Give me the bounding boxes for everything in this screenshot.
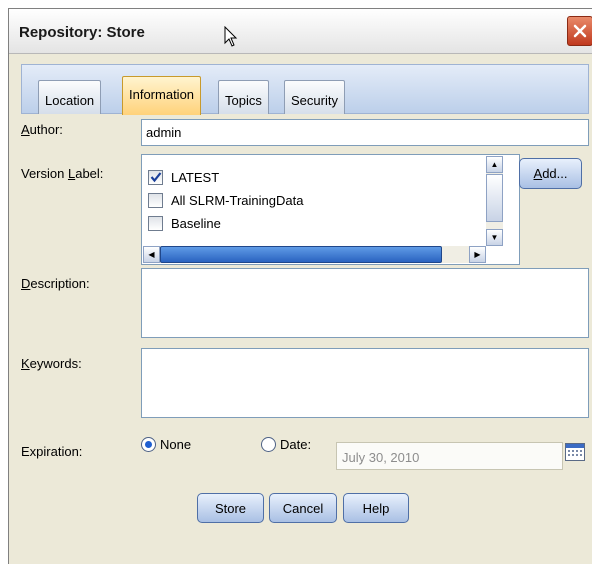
tab-topics[interactable]: Topics <box>218 80 269 114</box>
list-item[interactable]: LATEST <box>148 167 219 187</box>
description-textarea[interactable] <box>141 268 589 338</box>
tab-security[interactable]: Security <box>284 80 345 114</box>
version-label-label: Version Label: <box>21 166 104 181</box>
keywords-label: Keywords: <box>21 356 82 371</box>
scroll-thumb[interactable] <box>486 174 503 222</box>
tab-location[interactable]: Location <box>38 80 102 114</box>
mouse-cursor-icon <box>224 26 238 47</box>
author-label: Author: <box>21 122 63 137</box>
close-icon <box>573 24 587 38</box>
title-bar: Repository: Store <box>9 9 592 54</box>
help-button[interactable]: Help <box>343 493 409 523</box>
arrow-left-icon: ◀ <box>148 250 155 259</box>
date-input[interactable]: July 30, 2010 <box>336 442 563 470</box>
radio-selected-dot <box>145 441 152 448</box>
calendar-icon[interactable] <box>565 443 585 461</box>
tab-information[interactable]: Information <box>122 76 202 115</box>
vertical-scrollbar[interactable]: ▲ ▼ <box>486 156 503 246</box>
radio-none[interactable] <box>141 437 156 452</box>
radio-date[interactable] <box>261 437 276 452</box>
list-item[interactable]: All SLRM-TrainingData <box>148 190 303 210</box>
arrow-up-icon: ▲ <box>490 160 499 169</box>
arrow-down-icon: ▼ <box>490 233 499 242</box>
window-title: Repository: Store <box>19 24 145 41</box>
horizontal-scroll-thumb[interactable] <box>160 246 442 263</box>
author-input[interactable]: admin <box>141 119 589 146</box>
description-label: Description: <box>21 276 90 291</box>
expiration-label: Expiration: <box>21 444 83 459</box>
radio-date-label: Date: <box>280 437 312 452</box>
tab-strip: Location Information Topics Security <box>21 64 589 115</box>
scroll-right-button[interactable]: ▶ <box>469 246 486 263</box>
list-item-label: All SLRM-TrainingData <box>171 192 304 208</box>
scroll-up-button[interactable]: ▲ <box>486 156 503 173</box>
scroll-down-button[interactable]: ▼ <box>486 229 503 246</box>
radio-none-label: None <box>160 437 192 452</box>
expiration-date-option[interactable]: Date: <box>261 437 311 452</box>
list-item-label: LATEST <box>171 169 220 185</box>
keywords-textarea[interactable] <box>141 348 589 418</box>
arrow-right-icon: ▶ <box>474 250 481 259</box>
expiration-none-option[interactable]: None <box>141 437 191 452</box>
list-item-label: Baseline <box>171 215 221 231</box>
add-button[interactable]: Add... <box>519 158 582 189</box>
horizontal-scrollbar[interactable]: ◀ ▶ <box>143 246 486 263</box>
list-item[interactable]: Baseline <box>148 213 221 233</box>
repository-store-dialog: Repository: Store Location Information T… <box>8 8 592 564</box>
checkbox-baseline[interactable] <box>148 215 163 231</box>
checkbox-latest[interactable] <box>148 169 163 185</box>
checkbox-all-slrm[interactable] <box>148 192 163 208</box>
checkmark-icon <box>150 172 161 183</box>
store-button[interactable]: Store <box>197 493 264 523</box>
version-label-list[interactable]: LATEST All SLRM-TrainingData Baseline ▲ … <box>141 154 520 265</box>
close-button[interactable] <box>567 16 592 46</box>
cancel-button[interactable]: Cancel <box>269 493 337 523</box>
scroll-left-button[interactable]: ◀ <box>143 246 160 263</box>
